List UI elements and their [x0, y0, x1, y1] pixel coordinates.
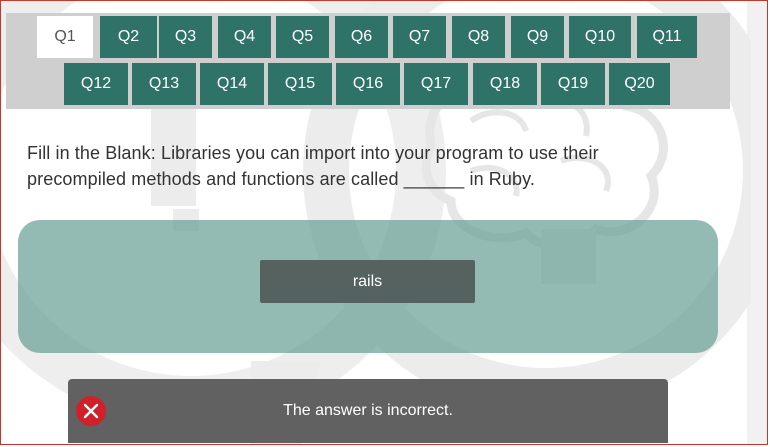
question-nav-q8[interactable]: Q8 — [452, 16, 505, 58]
question-nav-q12[interactable]: Q12 — [64, 63, 128, 105]
answer-option-label: rails — [352, 272, 383, 290]
question-nav-q10[interactable]: Q10 — [569, 16, 631, 58]
question-nav-q9[interactable]: Q9 — [511, 16, 564, 58]
feedback-banner: The answer is incorrect. — [68, 379, 668, 443]
question-line: Fill in the Blank: Libraries you can imp… — [27, 143, 599, 163]
question-nav-q2[interactable]: Q2 — [100, 16, 157, 58]
question-text: Fill in the Blank: Libraries you can imp… — [27, 140, 667, 192]
question-nav-q14[interactable]: Q14 — [200, 63, 264, 105]
question-line: precompiled methods and functions are ca… — [27, 169, 535, 189]
question-nav-q18[interactable]: Q18 — [473, 63, 537, 105]
question-nav-q13[interactable]: Q13 — [132, 63, 196, 105]
question-nav-q5[interactable]: Q5 — [276, 16, 329, 58]
question-nav-q15[interactable]: Q15 — [268, 63, 332, 105]
answer-option-button[interactable]: rails — [260, 260, 475, 303]
question-navigation: Q1 Q2 Q3 Q4 Q5 Q6 Q7 Q8 Q9 Q10 Q11 Q12 Q13 Q14 Q15 Q16… — [6, 13, 730, 109]
question-nav-q3[interactable]: Q3 — [159, 16, 212, 58]
question-nav-q20[interactable]: Q20 — [609, 63, 670, 105]
question-nav-q19[interactable]: Q19 — [541, 63, 605, 105]
question-nav-q1[interactable]: Q1 — [37, 16, 93, 58]
question-nav-q16[interactable]: Q16 — [336, 63, 400, 105]
question-nav-q6[interactable]: Q6 — [335, 16, 388, 58]
question-nav-q11[interactable]: Q11 — [637, 16, 697, 58]
question-nav-q17[interactable]: Q17 — [404, 63, 468, 105]
quiz-frame: Q1 Q2 Q3 Q4 Q5 Q6 Q7 Q8 Q9 Q10 Q11 Q12 Q13 Q14 Q15 Q16… — [0, 0, 768, 445]
question-nav-q4[interactable]: Q4 — [218, 16, 271, 58]
question-nav-q7[interactable]: Q7 — [393, 16, 446, 58]
feedback-message: The answer is incorrect. — [283, 402, 453, 419]
